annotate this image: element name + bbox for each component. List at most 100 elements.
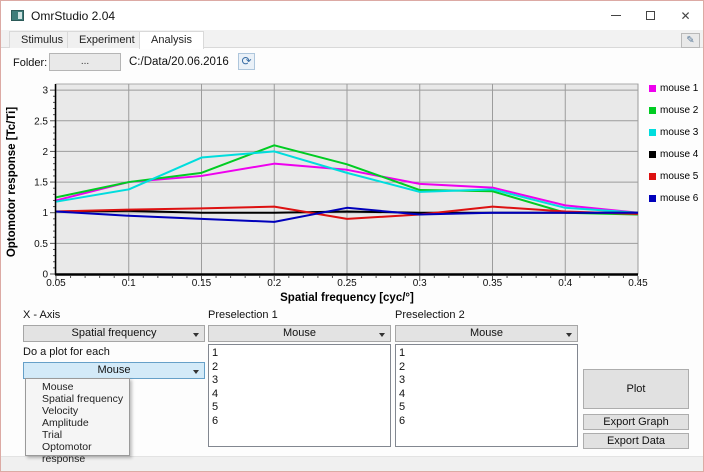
close-button[interactable]: ✕: [668, 1, 703, 30]
legend-swatch: [649, 129, 656, 136]
close-icon: ✕: [680, 8, 691, 23]
pencil-icon: ✎: [686, 35, 695, 46]
legend-item: mouse 6: [649, 192, 698, 205]
legend-item: mouse 5: [649, 170, 698, 183]
list-item[interactable]: 4: [399, 388, 577, 402]
chevron-down-icon: [566, 333, 572, 337]
list-item[interactable]: 1: [399, 347, 577, 361]
legend-swatch: [649, 173, 656, 180]
refresh-button[interactable]: ⟳: [238, 53, 255, 70]
svg-text:3: 3: [42, 86, 48, 97]
svg-text:0.2: 0.2: [267, 278, 281, 289]
maximize-icon: [646, 11, 655, 20]
window-footer: [1, 456, 703, 471]
maximize-button[interactable]: [633, 1, 668, 30]
legend-label: mouse 5: [660, 171, 699, 182]
legend-label: mouse 1: [660, 83, 699, 94]
chevron-down-icon: [379, 333, 385, 337]
x-axis-label: X - Axis: [23, 309, 61, 321]
folder-path: C:/Data/20.06.2016: [129, 56, 229, 68]
tab-analysis[interactable]: Analysis: [139, 31, 204, 49]
preselection2-dropdown[interactable]: Mouse: [395, 325, 578, 342]
legend-swatch: [649, 195, 656, 202]
dropdown-option[interactable]: Spatial frequency: [26, 393, 129, 405]
dropdown-option[interactable]: Velocity: [26, 405, 129, 417]
browse-folder-button[interactable]: ...: [49, 53, 121, 71]
list-item[interactable]: 3: [399, 374, 577, 388]
svg-text:0.25: 0.25: [337, 278, 357, 289]
x-axis-dropdown-value: Spatial frequency: [71, 327, 157, 339]
list-item[interactable]: 6: [212, 415, 390, 429]
minimize-icon: [610, 15, 621, 16]
legend-label: mouse 6: [660, 193, 699, 204]
tab-strip: Stimulus Experiment Analysis ✎: [1, 30, 703, 49]
preselection2-listbox[interactable]: 123456: [395, 344, 578, 447]
legend-item: mouse 1: [649, 82, 698, 95]
plot-for-each-label: Do a plot for each: [23, 346, 110, 358]
preselection1-dropdown-value: Mouse: [282, 327, 317, 339]
svg-text:0.3: 0.3: [413, 278, 427, 289]
svg-text:0.15: 0.15: [192, 278, 212, 289]
chart-area: 0.05 0.1 0.15 0.2 0.25 0.3 0.35 0.4 0.45 0 0.5 1 1.5…: [1, 74, 703, 306]
legend-label: mouse 3: [660, 127, 699, 138]
svg-text:0: 0: [42, 270, 48, 281]
svg-text:2.5: 2.5: [34, 116, 48, 127]
legend-item: mouse 4: [649, 148, 698, 161]
svg-text:0.4: 0.4: [558, 278, 572, 289]
list-item[interactable]: 5: [399, 401, 577, 415]
legend-swatch: [649, 85, 656, 92]
preselection1-dropdown[interactable]: Mouse: [208, 325, 391, 342]
preselection1-label: Preselection 1: [208, 309, 278, 321]
svg-text:Spatial frequency [cyc/°]: Spatial frequency [cyc/°]: [280, 292, 414, 304]
svg-text:0.05: 0.05: [46, 278, 66, 289]
svg-text:0.1: 0.1: [122, 278, 136, 289]
list-item[interactable]: 3: [212, 374, 390, 388]
legend-item: mouse 2: [649, 104, 698, 117]
window-controls: ✕: [598, 1, 703, 30]
svg-text:1.5: 1.5: [34, 178, 48, 189]
list-item[interactable]: 1: [212, 347, 390, 361]
tab-stimulus[interactable]: Stimulus: [9, 31, 76, 48]
analysis-panel: Folder: ... C:/Data/20.06.2016 ⟳ 0.05 0.1…: [1, 48, 703, 465]
list-item[interactable]: 5: [212, 401, 390, 415]
plot-for-each-dropdown[interactable]: Mouse: [23, 362, 205, 379]
legend-label: mouse 4: [660, 149, 699, 160]
dropdown-option[interactable]: Trial: [26, 429, 129, 441]
refresh-icon: ⟳: [241, 54, 252, 68]
chevron-down-icon: [193, 333, 199, 337]
window-title: OmrStudio 2.04: [31, 9, 116, 23]
app-window: OmrStudio 2.04 ✕ Stimulus Experiment Ana…: [0, 0, 704, 472]
dropdown-option[interactable]: Amplitude: [26, 417, 129, 429]
export-data-button[interactable]: Export Data: [583, 433, 689, 449]
plot-button[interactable]: Plot: [583, 369, 689, 409]
app-icon: [11, 10, 24, 21]
svg-text:Optomotor response [Tc/Ti]: Optomotor response [Tc/Ti]: [6, 107, 18, 258]
dropdown-option[interactable]: Optomotor response: [26, 441, 129, 465]
x-axis-dropdown[interactable]: Spatial frequency: [23, 325, 205, 342]
svg-text:0.5: 0.5: [34, 239, 48, 250]
svg-text:0.35: 0.35: [483, 278, 503, 289]
preselection1-listbox[interactable]: 123456: [208, 344, 391, 447]
legend-label: mouse 2: [660, 105, 699, 116]
preselection2-dropdown-value: Mouse: [469, 327, 504, 339]
list-item[interactable]: 6: [399, 415, 577, 429]
list-item[interactable]: 4: [212, 388, 390, 402]
titlebar[interactable]: OmrStudio 2.04 ✕: [1, 1, 703, 30]
svg-text:2: 2: [42, 147, 48, 158]
minimize-button[interactable]: [598, 1, 633, 30]
chart-svg: 0.05 0.1 0.15 0.2 0.25 0.3 0.35 0.4 0.45 0 0.5 1 1.5…: [6, 83, 648, 304]
plot-for-each-options-list: Mouse Spatial frequency Velocity Amplitude T…: [25, 378, 130, 465]
plot-for-each-dropdown-value: Mouse: [97, 364, 131, 376]
tools-button[interactable]: ✎: [681, 33, 700, 48]
list-item[interactable]: 2: [399, 361, 577, 375]
preselection2-label: Preselection 2: [395, 309, 465, 321]
list-item[interactable]: 2: [212, 361, 390, 375]
export-graph-button[interactable]: Export Graph: [583, 414, 689, 430]
tab-experiment[interactable]: Experiment: [67, 31, 147, 48]
svg-text:0.45: 0.45: [628, 278, 648, 289]
dropdown-option[interactable]: Mouse: [26, 381, 129, 393]
chart-legend: mouse 1 mouse 2 mouse 3 mouse 4 mouse 5 mouse…: [649, 82, 698, 214]
legend-swatch: [649, 151, 656, 158]
legend-item: mouse 3: [649, 126, 698, 139]
svg-text:1: 1: [42, 208, 48, 219]
